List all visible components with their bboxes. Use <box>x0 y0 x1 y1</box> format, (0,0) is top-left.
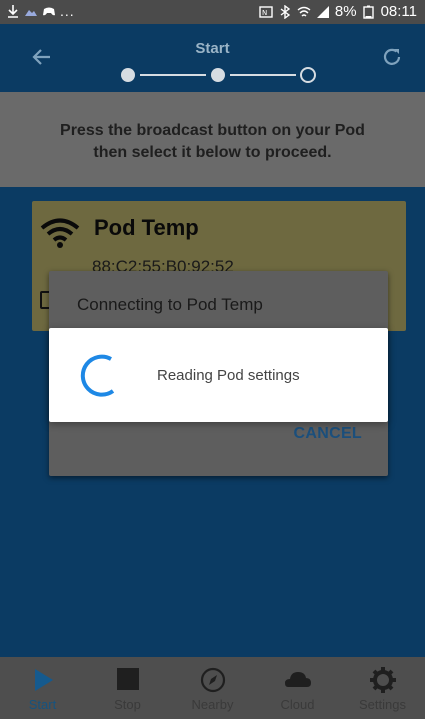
nav-label-start: Start <box>28 697 57 712</box>
dialog-title: Connecting to Pod Temp <box>77 295 263 314</box>
bottom-nav: Start Stop Nearby Cloud Settings <box>0 657 425 719</box>
app-bar: Start <box>0 24 425 92</box>
photo-icon <box>25 10 37 16</box>
nav-item-settings[interactable]: Settings <box>340 657 425 719</box>
instruction-line-1: Press the broadcast button on your Pod <box>60 122 365 139</box>
nav-label-nearby: Nearby <box>191 697 234 712</box>
gear-icon <box>369 667 396 693</box>
nav-label-cloud: Cloud <box>280 697 315 712</box>
nav-item-nearby[interactable]: Nearby <box>170 657 255 719</box>
progress-dialog: Reading Pod settings <box>49 328 388 422</box>
nav-item-start[interactable]: Start <box>0 657 85 719</box>
broadcast-icon <box>40 218 80 248</box>
step-1-dot <box>121 68 135 82</box>
instruction-text: Press the broadcast button on your Pod t… <box>40 120 385 164</box>
status-dots: ... <box>60 3 75 19</box>
refresh-icon[interactable] <box>381 46 403 68</box>
step-2-dot <box>211 68 225 82</box>
download-icon <box>8 5 18 18</box>
page-title: Start <box>195 40 230 57</box>
nfc-icon: N <box>259 5 273 18</box>
status-left: ... <box>6 3 75 19</box>
compass-icon <box>200 667 225 693</box>
nav-label-stop: Stop <box>114 697 141 712</box>
gamepad-icon <box>43 7 55 16</box>
loading-spinner-icon <box>80 354 115 397</box>
cancel-button[interactable]: CANCEL <box>294 425 362 443</box>
status-time: 08:11 <box>380 3 417 20</box>
play-icon <box>34 669 53 691</box>
status-right: N 8% 08:11 <box>259 3 417 20</box>
pod-name: Pod Temp <box>94 215 199 240</box>
bluetooth-icon <box>280 4 291 19</box>
nav-item-stop[interactable]: Stop <box>85 657 170 719</box>
battery-icon <box>362 5 374 19</box>
battery-percent: 8% <box>334 3 357 20</box>
svg-text:N: N <box>262 9 267 17</box>
stop-icon <box>116 668 139 690</box>
step-indicator <box>121 67 316 83</box>
instruction-panel: Press the broadcast button on your Pod t… <box>0 92 425 187</box>
nav-label-settings: Settings <box>359 697 406 712</box>
cloud-icon <box>284 672 311 687</box>
wifi-icon <box>297 6 311 17</box>
signal-icon <box>316 5 329 18</box>
nav-item-cloud[interactable]: Cloud <box>255 657 340 719</box>
status-bar: ... N 8% 08:11 <box>0 0 425 24</box>
instruction-line-2: then select it below to proceed. <box>93 144 332 161</box>
progress-message: Reading Pod settings <box>157 367 300 384</box>
step-3-dot <box>300 67 316 83</box>
